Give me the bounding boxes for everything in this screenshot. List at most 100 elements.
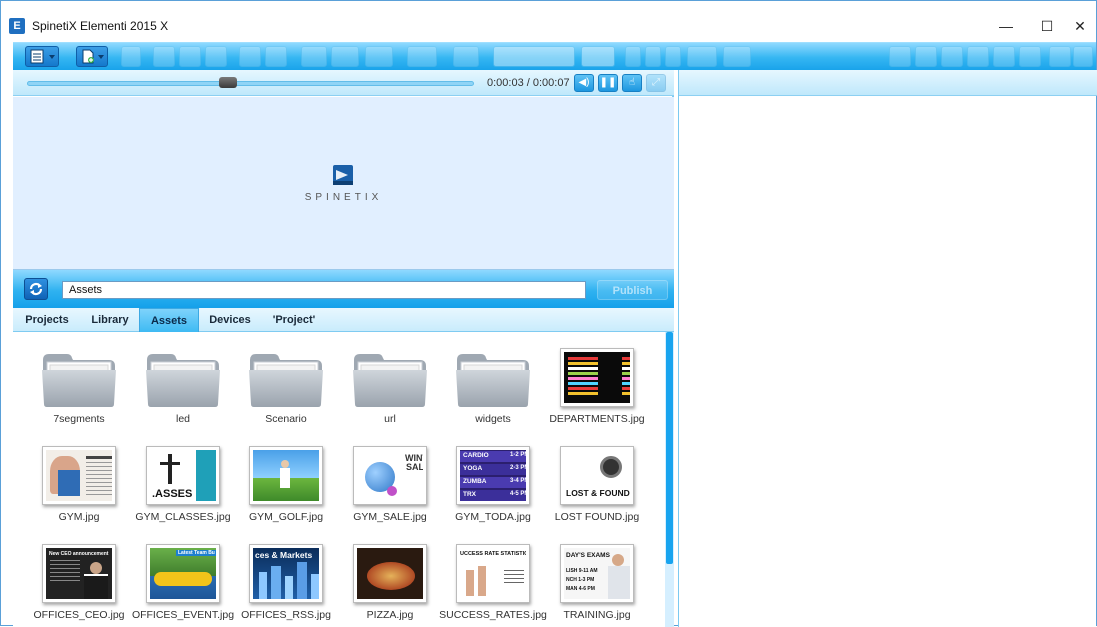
app-icon: E <box>9 18 25 34</box>
publish-button[interactable]: Publish <box>597 280 668 300</box>
media-button[interactable] <box>993 46 1015 67</box>
asset-name: GYM_SALE.jpg <box>353 511 427 523</box>
tab-project[interactable]: 'Project' <box>263 308 325 332</box>
time-display: 0:00:03 / 0:00:07 <box>487 77 570 89</box>
volume-button[interactable]: ◀) <box>574 74 594 92</box>
seek-handle[interactable] <box>219 77 238 88</box>
asset-item[interactable]: CARDIO1-2 PMYOGA2-3 PMZUMBA3-4 PMTRX4-5 … <box>443 442 543 528</box>
asset-name: SUCCESS_RATES.jpg <box>439 609 547 621</box>
image-thumbnail: .ASSES <box>146 446 220 505</box>
align-button[interactable] <box>365 46 393 67</box>
zoom-out-button[interactable] <box>1049 46 1071 67</box>
asset-scrollbar[interactable] <box>665 332 674 627</box>
folder-item[interactable]: led <box>133 344 233 430</box>
asset-item[interactable]: LOST & FOUND LOST FOUND.jpg <box>547 442 647 528</box>
asset-item[interactable]: New CEO announcement OFFICES_CEO.jpg <box>29 540 129 626</box>
window-title: SpinetiX Elementi 2015 X <box>32 19 169 33</box>
minimize-button[interactable]: — <box>984 13 1028 39</box>
interact-button[interactable]: ☝ <box>622 74 642 92</box>
asset-name: PIZZA.jpg <box>366 609 414 621</box>
asset-item[interactable]: GYM_GOLF.jpg <box>236 442 336 528</box>
copy-button[interactable] <box>179 46 201 67</box>
close-button[interactable]: ✕ <box>1064 13 1096 39</box>
link-button[interactable] <box>453 46 479 67</box>
folder-icon <box>456 354 530 407</box>
folder-item[interactable]: 7segments <box>29 344 129 430</box>
image-thumbnail <box>353 544 427 603</box>
new-document-button[interactable] <box>76 46 108 67</box>
asset-item[interactable]: DEPARTMENTS.jpg <box>547 344 647 430</box>
asset-item[interactable]: UCCESS RATE STATISTIC! SUCCESS_RATES.jpg <box>439 540 547 626</box>
insert-button[interactable] <box>301 46 327 67</box>
folder-item[interactable]: Scenario <box>236 344 336 430</box>
asset-item[interactable]: PIZZA.jpg <box>340 540 440 626</box>
scrollbar-thumb[interactable] <box>666 332 673 564</box>
expand-icon: ⤢ <box>652 77 660 88</box>
asset-name: TRAINING.jpg <box>563 609 631 621</box>
asset-item[interactable]: Latest Team Bu OFFICES_EVENT.jpg <box>132 540 234 626</box>
asset-item[interactable]: ces & Markets OFFICES_RSS.jpg <box>236 540 336 626</box>
tab-library[interactable]: Library <box>79 308 141 332</box>
preview-area: SPINETIX <box>13 97 674 270</box>
bold-button[interactable] <box>625 46 641 67</box>
pause-icon: ❚❚ <box>599 77 617 88</box>
maximize-button[interactable]: ☐ <box>1025 13 1069 39</box>
folder-icon <box>353 354 427 407</box>
spinetix-logo-icon <box>333 165 353 185</box>
paste-button[interactable] <box>205 46 227 67</box>
asset-item[interactable]: GYM.jpg <box>29 442 129 528</box>
asset-grid: 7segments led Scenario url widgets DEPARTMENT… <box>13 332 665 627</box>
tab-devices[interactable]: Devices <box>203 308 257 332</box>
asset-item[interactable]: DAY'S EXAMS LISH 9-11 AM NCH 1-3 PM MAN 4-6… <box>547 540 647 626</box>
italic-button[interactable] <box>645 46 661 67</box>
folder-icon <box>249 354 323 407</box>
asset-name: OFFICES_EVENT.jpg <box>131 609 235 621</box>
arrange-button[interactable] <box>407 46 437 67</box>
asset-item[interactable]: WINT SAL GYM_SALE.jpg <box>340 442 440 528</box>
asset-name: GYM_GOLF.jpg <box>248 511 324 523</box>
cut-button[interactable] <box>153 46 175 67</box>
menu-button[interactable] <box>25 46 59 67</box>
save-button[interactable] <box>121 46 141 67</box>
right-panel <box>678 70 1097 627</box>
pause-button[interactable]: ❚❚ <box>598 74 618 92</box>
text-frame-button[interactable] <box>915 46 937 67</box>
seek-bar[interactable] <box>27 81 474 86</box>
tab-projects[interactable]: Projects <box>19 308 75 332</box>
zoom-in-button[interactable] <box>1073 46 1093 67</box>
asset-name: LOST FOUND.jpg <box>554 511 640 523</box>
folder-item[interactable]: widgets <box>443 344 543 430</box>
asset-name: Scenario <box>265 413 307 425</box>
refresh-icon <box>29 282 43 296</box>
paragraph-align-button[interactable] <box>687 46 717 67</box>
effects-button[interactable] <box>1019 46 1041 67</box>
chevron-down-icon <box>98 55 104 59</box>
asset-name: GYM_TODA.jpg <box>455 511 531 523</box>
fullscreen-button[interactable]: ⤢ <box>646 74 666 92</box>
speaker-icon: ◀) <box>578 77 590 88</box>
image-button[interactable] <box>967 46 989 67</box>
layer-button[interactable] <box>331 46 359 67</box>
app-window: E SpinetiX Elementi 2015 X — ☐ ✕ 0:00:03… <box>0 0 1097 627</box>
refresh-button[interactable] <box>24 278 48 300</box>
folder-icon <box>42 354 116 407</box>
crop-button[interactable] <box>889 46 911 67</box>
text-tool-button[interactable] <box>665 46 681 67</box>
asset-name: OFFICES_CEO.jpg <box>33 609 125 621</box>
asset-name: OFFICES_RSS.jpg <box>241 609 331 621</box>
asset-name: 7segments <box>53 413 105 425</box>
asset-name: GYM.jpg <box>58 511 100 523</box>
shape-button[interactable] <box>941 46 963 67</box>
font-family-select[interactable] <box>493 46 575 67</box>
redo-button[interactable] <box>265 46 287 67</box>
font-size-select[interactable] <box>581 46 615 67</box>
path-input[interactable] <box>62 281 586 299</box>
tab-assets[interactable]: Assets <box>139 308 199 332</box>
image-thumbnail <box>42 446 116 505</box>
image-thumbnail: DAY'S EXAMS LISH 9-11 AM NCH 1-3 PM MAN 4-6… <box>560 544 634 603</box>
asset-item[interactable]: .ASSES GYM_CLASSES.jpg <box>133 442 233 528</box>
folder-item[interactable]: url <box>340 344 440 430</box>
list-button[interactable] <box>723 46 751 67</box>
player-bar: 0:00:03 / 0:00:07 ◀) ❚❚ ☝ ⤢ <box>13 70 674 96</box>
undo-button[interactable] <box>239 46 261 67</box>
